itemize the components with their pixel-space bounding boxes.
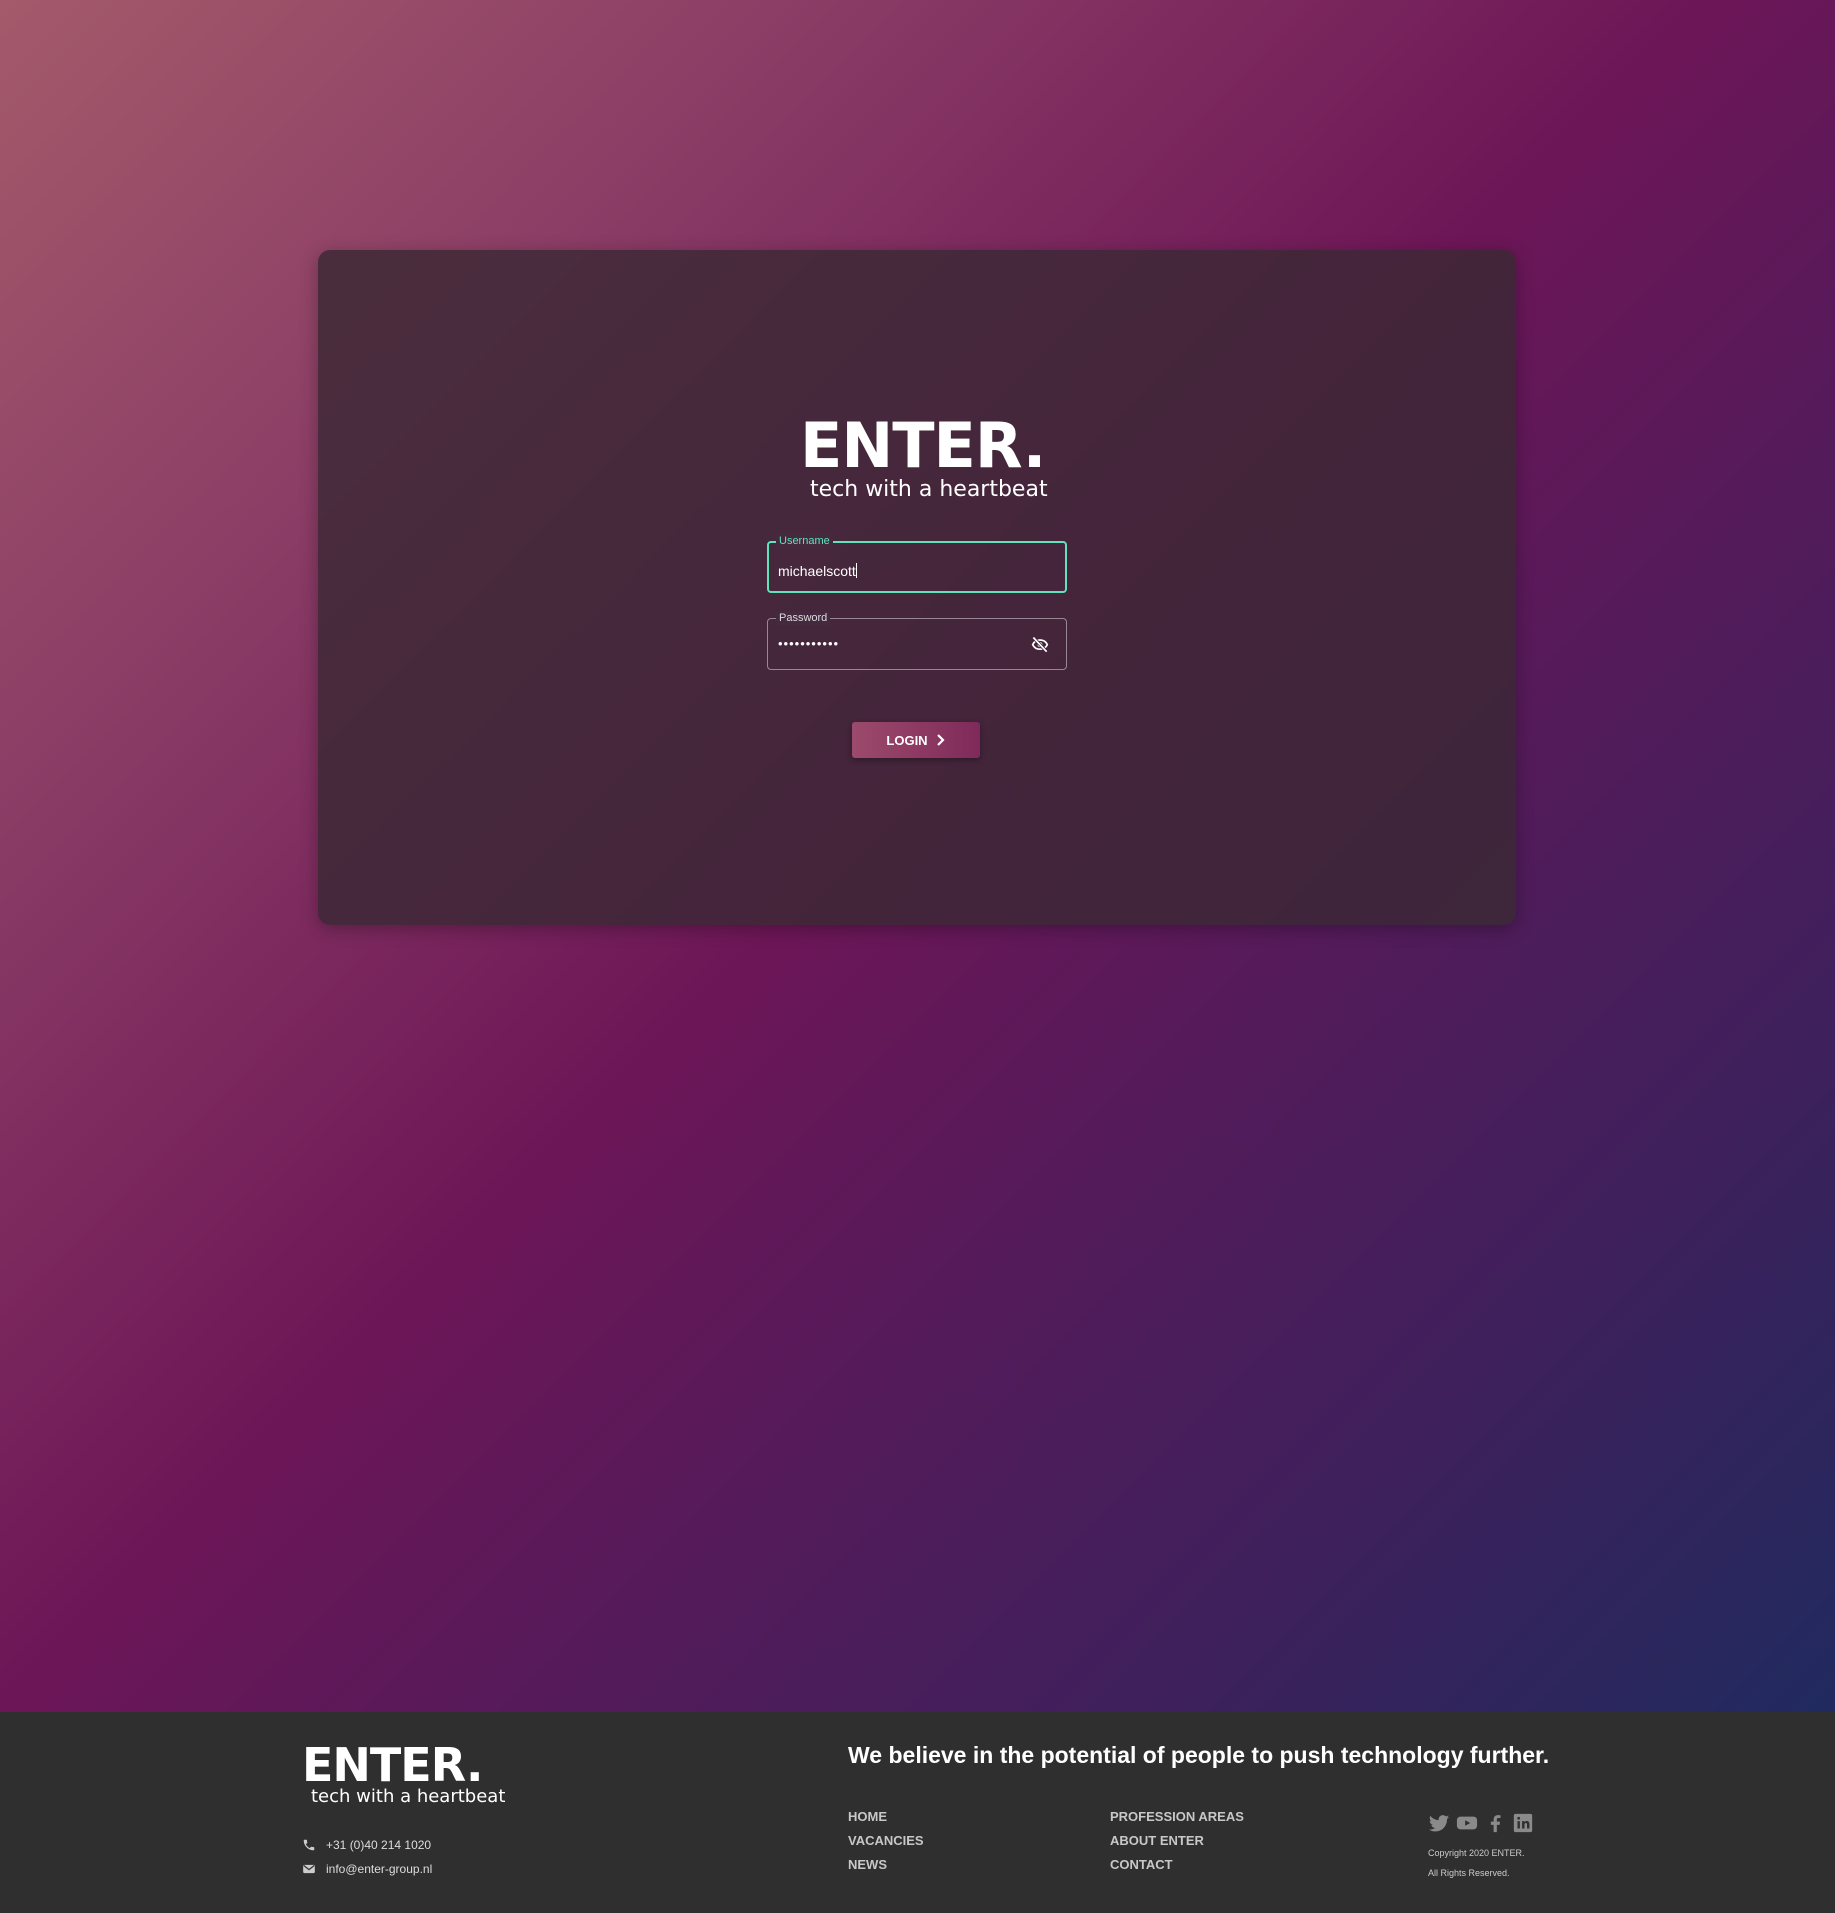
username-field[interactable]: Username michaelscott xyxy=(767,534,1067,593)
youtube-icon[interactable] xyxy=(1456,1812,1478,1834)
phone-icon xyxy=(303,1839,315,1851)
password-value[interactable]: ••••••••••• xyxy=(778,635,839,653)
visibility-off-icon[interactable] xyxy=(1030,635,1050,655)
linkedin-icon[interactable] xyxy=(1512,1812,1534,1834)
footer-slogan: We believe in the potential of people to… xyxy=(848,1742,1550,1768)
facebook-icon[interactable] xyxy=(1484,1812,1506,1834)
footer-logo[interactable]: ENTER. tech with a heartbeat xyxy=(302,1742,505,1806)
mail-icon xyxy=(303,1864,315,1874)
password-label: Password xyxy=(776,611,831,625)
copyright-text: Copyright 2020 ENTER. xyxy=(1428,1848,1525,1858)
chevron-right-icon xyxy=(936,734,945,746)
phone-text: +31 (0)40 214 1020 xyxy=(326,1838,432,1852)
login-button[interactable]: LOGIN xyxy=(852,722,980,758)
twitter-icon[interactable] xyxy=(1428,1812,1450,1834)
footer-link-home[interactable]: HOME xyxy=(848,1809,887,1824)
footer-link-news[interactable]: NEWS xyxy=(848,1857,887,1872)
site-footer: ENTER. tech with a heartbeat +31 (0)40 2… xyxy=(0,1712,1835,1913)
footer-logo-wordmark: ENTER. xyxy=(302,1738,483,1792)
logo-wordmark: ENTER. xyxy=(800,409,1046,482)
logo-tagline: tech with a heartbeat xyxy=(810,477,1048,502)
username-value[interactable]: michaelscott xyxy=(778,562,857,580)
username-label: Username xyxy=(776,534,833,548)
footer-link-profession-areas[interactable]: PROFESSION AREAS xyxy=(1110,1809,1244,1824)
footer-link-contact[interactable]: CONTACT xyxy=(1110,1857,1173,1872)
brand-logo: ENTER. tech with a heartbeat xyxy=(800,415,1048,501)
contact-phone[interactable]: +31 (0)40 214 1020 xyxy=(302,1838,431,1852)
footer-link-about[interactable]: ABOUT ENTER xyxy=(1110,1833,1204,1848)
rights-text: All Rights Reserved. xyxy=(1428,1868,1510,1878)
login-button-label: LOGIN xyxy=(886,732,928,748)
password-field[interactable]: Password ••••••••••• xyxy=(767,611,1067,670)
login-card: ENTER. tech with a heartbeat Username mi… xyxy=(318,250,1516,925)
social-links xyxy=(1428,1812,1534,1834)
footer-logo-tagline: tech with a heartbeat xyxy=(311,1786,506,1807)
contact-email[interactable]: info@enter-group.nl xyxy=(302,1862,432,1876)
footer-link-vacancies[interactable]: VACANCIES xyxy=(848,1833,924,1848)
email-text: info@enter-group.nl xyxy=(326,1862,433,1876)
